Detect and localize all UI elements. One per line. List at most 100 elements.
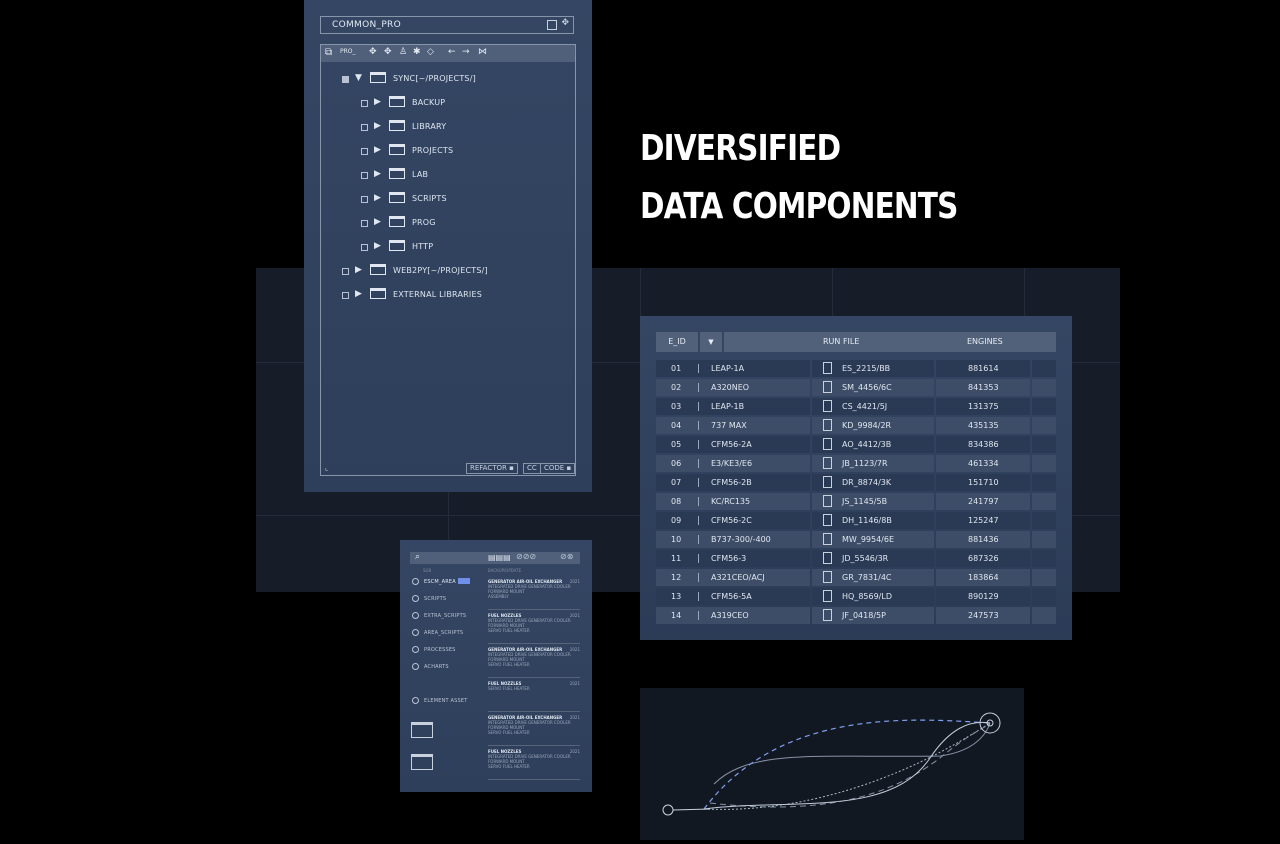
chevron-right-icon[interactable]: ▶ — [374, 169, 381, 179]
nav-entry[interactable]: FUEL NOZZLES 2021 INTEGRATED DRIVE GENERAT… — [488, 613, 580, 644]
folder-icon — [370, 288, 386, 299]
column-header-id[interactable]: E_ID — [656, 332, 698, 352]
table-row[interactable]: 06 E3/KE3/E6 JB_1123/7R 461334 — [656, 455, 1056, 472]
node-checkbox[interactable] — [361, 124, 368, 131]
radio-icon[interactable] — [412, 578, 419, 585]
project-title-bar: COMMON_PRO ✥ — [320, 16, 574, 34]
row-divider — [698, 554, 699, 563]
radio-icon[interactable] — [412, 663, 419, 670]
code-button[interactable]: CODE ▪ — [540, 463, 576, 474]
table-row[interactable]: 14 A319CEO JF_0418/5P 247573 — [656, 607, 1056, 624]
radio-icon[interactable] — [412, 646, 419, 653]
chevron-right-icon[interactable]: ▶ — [355, 289, 362, 299]
nav-item[interactable]: ESCM_AREA — [412, 578, 456, 585]
pin-icon[interactable]: ♙ — [399, 47, 407, 57]
row-engines: 131375 — [968, 402, 999, 411]
nav-entry[interactable]: GENERATOR AIR-OIL EXCHANGER 2021 INTEGRATE… — [488, 715, 580, 746]
table-row[interactable]: 02 A320NEO SM_4456/6C 841353 — [656, 379, 1056, 396]
radio-icon[interactable] — [412, 612, 419, 619]
entry-year: 2021 — [569, 715, 580, 720]
expand-icon[interactable]: ✥ — [384, 47, 392, 57]
close-icons[interactable]: ⊘⊗ — [560, 552, 573, 561]
node-checkbox[interactable] — [342, 292, 349, 299]
collapse-icon[interactable]: ⋈ — [478, 47, 487, 57]
sort-dropdown-icon[interactable]: ▼ — [700, 332, 722, 352]
nav-search-bar[interactable]: ⌕ ▤▤▤ ⊘⊘⊘ ⊘⊗ — [410, 552, 580, 564]
nav-entry[interactable]: FUEL NOZZLES 2021 INTEGRATED DRIVE GENERAT… — [488, 749, 580, 780]
node-checkbox[interactable] — [342, 268, 349, 275]
chevron-down-icon[interactable]: ▼ — [355, 73, 362, 83]
node-label: BACKUP — [412, 98, 446, 107]
column-header-engines[interactable]: ENGINES — [967, 332, 1003, 352]
folder-icon[interactable] — [411, 722, 433, 738]
refactor-button[interactable]: REFACTOR ▪ — [466, 463, 518, 474]
node-checkbox[interactable] — [361, 196, 368, 203]
nav-entry[interactable]: FUEL NOZZLES 2021 SERVO FUEL HEATER — [488, 681, 580, 712]
table-row[interactable]: 04 737 MAX KD_9984/2R 435135 — [656, 417, 1056, 434]
back-icon[interactable]: ← — [448, 47, 456, 57]
chevron-right-icon[interactable]: ▶ — [374, 217, 381, 227]
nav-item[interactable]: PROCESSES — [412, 646, 456, 653]
folder-icon[interactable] — [411, 754, 433, 770]
file-icon — [823, 419, 832, 431]
row-id: 12 — [671, 573, 682, 582]
table-row[interactable]: 07 CFM56-2B DR_8874/3K 151710 — [656, 474, 1056, 491]
dashed-grey-curve — [709, 722, 991, 808]
table-row[interactable]: 01 LEAP-1A ES_2215/BB 881614 — [656, 360, 1056, 377]
table-row[interactable]: 10 B737-300/-400 MW_9954/6E 881436 — [656, 531, 1056, 548]
resize-corner-icon[interactable]: ⌞ — [325, 464, 328, 472]
maximize-icon[interactable] — [547, 20, 557, 30]
nav-entry[interactable]: GENERATOR AIR-OIL EXCHANGER 2021 INTEGRATE… — [488, 579, 580, 610]
nav-item[interactable]: SCRIPTS — [412, 595, 446, 602]
diamond-icon[interactable]: ◇ — [427, 47, 434, 57]
document-icons[interactable]: ▤▤▤ — [488, 553, 511, 562]
chevron-right-icon[interactable]: ▶ — [374, 193, 381, 203]
table-row[interactable]: 09 CFM56-2C DH_1146/8B 125247 — [656, 512, 1056, 529]
nav-item[interactable]: AREA_SCRIPTS — [412, 629, 463, 636]
column-header-run-file[interactable]: RUN FILE — [823, 332, 859, 352]
table-row[interactable]: 05 CFM56-2A AO_4412/3B 834386 — [656, 436, 1056, 453]
radio-icon[interactable] — [412, 595, 419, 602]
search-icon[interactable]: ⌕ — [415, 552, 420, 562]
project-icon[interactable]: ⧉ — [325, 47, 332, 58]
node-checkbox[interactable] — [361, 148, 368, 155]
row-cell-bg — [1032, 588, 1056, 605]
nav-entry[interactable]: GENERATOR AIR-OIL EXCHANGER 2021 INTEGRATE… — [488, 647, 580, 678]
move-icon[interactable]: ✥ — [561, 18, 569, 28]
row-run-file: MW_9954/6E — [842, 535, 895, 544]
node-checkbox[interactable] — [361, 172, 368, 179]
table-row[interactable]: 03 LEAP-1B CS_4421/5J 131375 — [656, 398, 1056, 415]
chevron-right-icon[interactable]: ▶ — [355, 265, 362, 275]
chevron-right-icon[interactable]: ▶ — [374, 145, 381, 155]
chevron-right-icon[interactable]: ▶ — [374, 97, 381, 107]
filter-icons[interactable]: ⊘⊘⊘ — [516, 552, 536, 561]
nav-item[interactable]: EXTRA_SCRIPTS — [412, 612, 466, 619]
node-checkbox[interactable] — [342, 76, 349, 83]
radio-icon[interactable] — [412, 629, 419, 636]
node-checkbox[interactable] — [361, 100, 368, 107]
nav-item[interactable]: ACHARTS — [412, 663, 449, 670]
settings-icon[interactable]: ✱ — [413, 47, 421, 57]
row-run-file: JD_5546/3R — [842, 554, 889, 563]
radio-icon[interactable] — [412, 697, 419, 704]
node-checkbox[interactable] — [361, 220, 368, 227]
nav-item-label: EXTRA_SCRIPTS — [424, 613, 467, 619]
row-run-file: DH_1146/8B — [842, 516, 892, 525]
row-engines: 461334 — [968, 459, 999, 468]
cc-button[interactable]: CC — [523, 463, 541, 474]
chevron-right-icon[interactable]: ▶ — [374, 121, 381, 131]
row-divider — [698, 459, 699, 468]
entry-line: SERVO FUEL HEATER — [488, 686, 530, 691]
move-icon[interactable]: ✥ — [369, 47, 377, 57]
table-row[interactable]: 08 KC/RC135 JS_1145/5B 241797 — [656, 493, 1056, 510]
row-cell-bg — [1032, 379, 1056, 396]
forward-icon[interactable]: → — [462, 47, 470, 57]
table-row[interactable]: 12 A321CEO/ACJ GR_7831/4C 183864 — [656, 569, 1056, 586]
table-row[interactable]: 11 CFM56-3 JD_5546/3R 687326 — [656, 550, 1056, 567]
table-row[interactable]: 13 CFM56-5A HQ_8569/LD 890129 — [656, 588, 1056, 605]
nav-item[interactable]: ELEMENT ASSET — [412, 697, 468, 704]
row-cell-bg — [1032, 569, 1056, 586]
node-checkbox[interactable] — [361, 244, 368, 251]
chevron-right-icon[interactable]: ▶ — [374, 241, 381, 251]
row-id: 09 — [671, 516, 682, 525]
